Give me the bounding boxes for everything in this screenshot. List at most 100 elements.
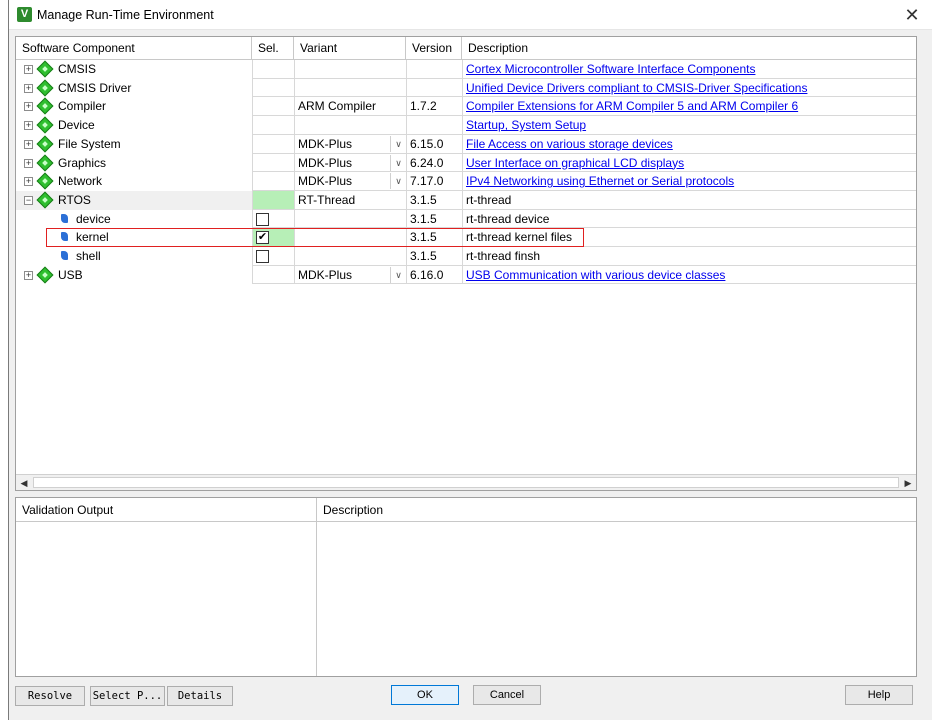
version-cell: 3.1.5 xyxy=(410,249,437,263)
variant-cell[interactable] xyxy=(294,116,406,135)
component-row[interactable]: + Network MDK-Plus ∨ 7.17.0 IPv4 Networking u… xyxy=(16,172,916,191)
variant-cell[interactable]: ARM Compiler xyxy=(294,97,406,116)
header-sel[interactable]: Sel. xyxy=(252,37,294,60)
variant-dropdown-icon[interactable]: ∨ xyxy=(390,135,406,152)
component-cell[interactable]: + Device xyxy=(16,116,252,135)
sel-cell[interactable] xyxy=(252,210,294,229)
component-row[interactable]: − RTOS RT-Thread 3.1.5 rt-thread xyxy=(16,190,916,210)
select-packs-button[interactable]: Select P... xyxy=(90,686,165,706)
sel-cell[interactable] xyxy=(252,247,294,266)
description-cell[interactable]: IPv4 Networking using Ethernet or Serial… xyxy=(462,172,917,191)
sel-cell[interactable] xyxy=(252,154,294,173)
close-button[interactable]: ✕ xyxy=(900,4,924,26)
details-button[interactable]: Details xyxy=(167,686,233,706)
sel-cell[interactable] xyxy=(252,190,294,210)
resolve-button[interactable]: Resolve xyxy=(15,686,85,706)
variant-cell[interactable] xyxy=(294,228,406,247)
component-cell[interactable]: + File System xyxy=(16,135,252,154)
component-row[interactable]: + CMSIS Cortex Microcontroller Software In… xyxy=(16,60,916,79)
column-gridline xyxy=(252,60,253,285)
description-cell: rt-thread device xyxy=(466,211,550,226)
header-validation-description[interactable]: Description xyxy=(317,498,916,522)
header-version[interactable]: Version xyxy=(406,37,462,60)
header-description[interactable]: Description xyxy=(462,37,917,60)
expand-toggle-icon[interactable]: + xyxy=(24,139,33,149)
variant-value: RT-Thread xyxy=(298,192,356,207)
variant-cell[interactable]: MDK-Plus ∨ xyxy=(294,266,406,285)
variant-dropdown-icon[interactable]: ∨ xyxy=(390,154,406,171)
select-checkbox[interactable] xyxy=(256,250,269,263)
header-variant[interactable]: Variant xyxy=(294,37,406,60)
component-gem-icon xyxy=(36,97,54,115)
cancel-button[interactable]: Cancel xyxy=(473,685,541,705)
expand-toggle-icon[interactable]: + xyxy=(24,83,33,93)
select-checkbox[interactable]: ✔ xyxy=(256,231,269,245)
component-row[interactable]: + USB MDK-Plus ∨ 6.16.0 USB Communication wit… xyxy=(16,266,916,285)
variant-dropdown-icon[interactable]: ∨ xyxy=(390,173,406,190)
variant-cell[interactable] xyxy=(294,247,406,266)
header-validation-output[interactable]: Validation Output xyxy=(16,498,316,522)
component-cell[interactable]: + CMSIS Driver xyxy=(16,79,252,98)
column-gridline xyxy=(462,60,463,285)
validation-panel: Validation Output Description xyxy=(15,497,917,677)
component-subrow[interactable]: device 3.1.5 rt-thread device xyxy=(16,210,916,229)
expand-toggle-icon[interactable]: − xyxy=(24,195,33,205)
description-cell[interactable]: Compiler Extensions for ARM Compiler 5 a… xyxy=(462,97,917,116)
select-checkbox[interactable] xyxy=(256,212,269,226)
component-row[interactable]: + CMSIS Driver Unified Device Drivers comp… xyxy=(16,79,916,98)
expand-toggle-icon[interactable]: + xyxy=(24,121,33,131)
variant-cell[interactable]: MDK-Plus ∨ xyxy=(294,135,406,154)
sel-cell[interactable] xyxy=(252,266,294,285)
version-cell: 7.17.0 xyxy=(410,174,444,189)
variant-cell[interactable] xyxy=(294,79,406,98)
sel-cell[interactable] xyxy=(252,79,294,98)
help-button[interactable]: Help xyxy=(845,685,913,705)
component-cell[interactable]: + USB xyxy=(16,266,252,285)
description-cell[interactable]: User Interface on graphical LCD displays xyxy=(462,154,917,173)
expand-toggle-icon[interactable]: + xyxy=(24,158,33,168)
component-cell[interactable]: + CMSIS xyxy=(16,60,252,79)
expand-toggle-icon[interactable]: + xyxy=(24,65,33,74)
component-cell[interactable]: + Network xyxy=(16,172,252,191)
description-cell[interactable]: USB Communication with various device cl… xyxy=(462,266,917,285)
component-cell[interactable]: device xyxy=(16,210,252,229)
component-cell[interactable]: + Graphics xyxy=(16,154,252,173)
component-subrow[interactable]: shell 3.1.5 rt-thread finsh xyxy=(16,247,916,266)
scroll-left-icon[interactable]: ◀ xyxy=(16,475,32,491)
sel-cell[interactable]: ✔ xyxy=(252,228,294,247)
scroll-thumb[interactable] xyxy=(33,477,899,488)
description-cell[interactable]: Cortex Microcontroller Software Interfac… xyxy=(462,60,917,79)
expand-toggle-icon[interactable]: + xyxy=(24,102,33,112)
component-name: RTOS xyxy=(58,192,91,207)
component-cell[interactable]: − RTOS xyxy=(16,190,252,210)
sel-cell[interactable] xyxy=(252,135,294,154)
expand-toggle-icon[interactable]: + xyxy=(24,270,33,280)
component-cell[interactable]: shell xyxy=(16,247,252,266)
sel-cell[interactable] xyxy=(252,97,294,116)
variant-dropdown-icon[interactable]: ∨ xyxy=(390,266,406,283)
sel-cell[interactable] xyxy=(252,172,294,191)
description-cell[interactable]: Startup, System Setup xyxy=(462,116,917,135)
variant-cell[interactable]: MDK-Plus ∨ xyxy=(294,172,406,191)
scroll-right-icon[interactable]: ▶ xyxy=(900,475,916,491)
expand-toggle-icon[interactable]: + xyxy=(24,177,33,187)
component-row[interactable]: + Compiler ARM Compiler 1.7.2 Compiler Exten… xyxy=(16,97,916,116)
horizontal-scrollbar[interactable]: ◀ ▶ xyxy=(16,474,916,490)
component-cell[interactable]: kernel xyxy=(16,228,252,247)
sel-cell[interactable] xyxy=(252,116,294,135)
header-software-component[interactable]: Software Component xyxy=(16,37,252,60)
variant-cell[interactable]: MDK-Plus ∨ xyxy=(294,154,406,173)
component-cell[interactable]: + Compiler xyxy=(16,97,252,116)
subcomponent-icon xyxy=(61,232,68,242)
variant-cell[interactable] xyxy=(294,210,406,229)
sel-cell[interactable] xyxy=(252,60,294,79)
component-row[interactable]: + Device Startup, System Setup xyxy=(16,116,916,135)
ok-button[interactable]: OK xyxy=(391,685,459,705)
component-subrow[interactable]: kernel ✔ 3.1.5 rt-thread kernel files xyxy=(16,228,916,247)
description-cell[interactable]: File Access on various storage devices xyxy=(462,135,917,154)
component-row[interactable]: + File System MDK-Plus ∨ 6.15.0 File Access o… xyxy=(16,135,916,154)
description-cell[interactable]: Unified Device Drivers compliant to CMSI… xyxy=(462,79,917,98)
variant-cell[interactable] xyxy=(294,60,406,79)
variant-cell[interactable]: RT-Thread xyxy=(294,191,406,210)
component-row[interactable]: + Graphics MDK-Plus ∨ 6.24.0 User Interface o… xyxy=(16,154,916,173)
